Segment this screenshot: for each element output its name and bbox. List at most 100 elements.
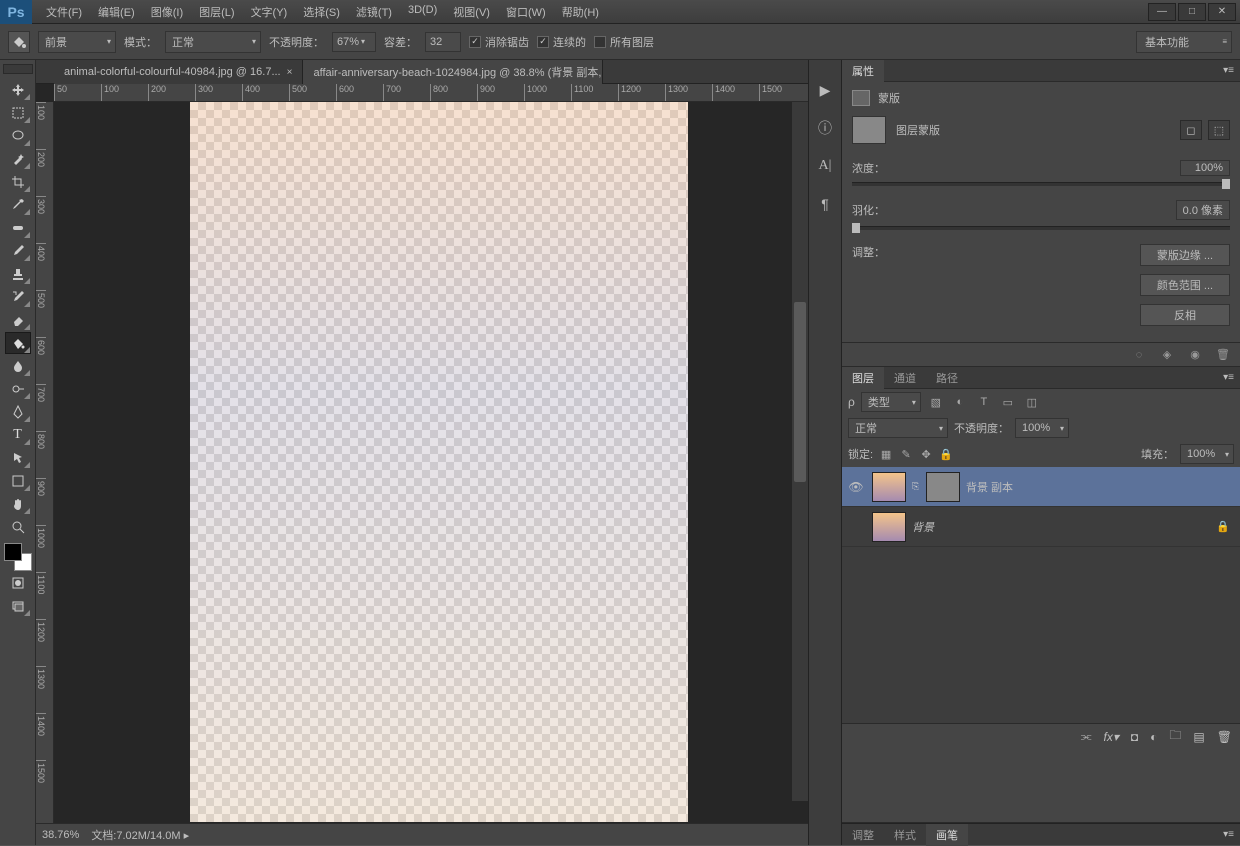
play-icon[interactable]: ▶ — [815, 80, 835, 100]
menu-filter[interactable]: 滤镜(T) — [350, 2, 398, 22]
lock-icon[interactable]: 🔒 — [1216, 520, 1230, 533]
search-icon[interactable]: ρ — [848, 395, 855, 409]
path-select-tool[interactable] — [5, 447, 31, 469]
fill-input[interactable]: 100% — [1180, 444, 1234, 464]
menu-layer[interactable]: 图层(L) — [193, 2, 240, 22]
new-adjustment-icon[interactable]: ◐ — [1150, 730, 1157, 744]
bucket-icon[interactable] — [8, 31, 30, 53]
new-group-icon[interactable]: 🗀 — [1169, 726, 1181, 747]
minimize-button[interactable]: — — [1148, 3, 1176, 21]
blur-tool[interactable] — [5, 355, 31, 377]
lock-transparent-icon[interactable]: ▦ — [879, 448, 893, 461]
lock-paint-icon[interactable]: ✎ — [899, 448, 913, 461]
layer-name[interactable]: 背景 — [912, 519, 934, 535]
color-range-button[interactable]: 颜色范围 ... — [1140, 274, 1230, 296]
menu-file[interactable]: 文件(F) — [40, 2, 88, 22]
trash-icon[interactable]: 🗑 — [1217, 730, 1232, 744]
type-tool[interactable]: T — [5, 424, 31, 446]
new-layer-icon[interactable]: ▤ — [1193, 730, 1204, 744]
bucket-tool[interactable] — [5, 332, 31, 354]
brush-tool[interactable] — [5, 240, 31, 262]
document-tab-1[interactable]: animal-colorful-colourful-40984.jpg @ 16… — [54, 60, 303, 84]
tab-channels[interactable]: 通道 — [884, 367, 926, 389]
menu-edit[interactable]: 编辑(E) — [92, 2, 141, 22]
layer-row[interactable]: 背景 🔒 — [842, 507, 1240, 547]
quickmask-toggle[interactable] — [5, 572, 31, 594]
mask-link-icon[interactable]: ⎘ — [912, 481, 920, 492]
shape-tool[interactable] — [5, 470, 31, 492]
disable-mask-icon[interactable]: ◉ — [1186, 348, 1204, 361]
feather-slider[interactable] — [852, 226, 1230, 230]
history-brush-tool[interactable] — [5, 286, 31, 308]
scrollbar-vertical[interactable] — [792, 102, 808, 801]
visibility-toggle[interactable]: 👁 — [846, 480, 866, 494]
fx-icon[interactable]: fx▾ — [1104, 730, 1119, 744]
eraser-tool[interactable] — [5, 309, 31, 331]
ruler-vertical[interactable]: 1002003004005006007008009001000110012001… — [36, 102, 54, 823]
crop-tool[interactable] — [5, 171, 31, 193]
document-tab-2[interactable]: affair-anniversary-beach-1024984.jpg @ 3… — [303, 60, 603, 84]
eyedropper-tool[interactable] — [5, 194, 31, 216]
opacity-input[interactable]: 67%▾ — [332, 32, 376, 52]
lock-move-icon[interactable]: ✥ — [919, 448, 933, 461]
load-selection-icon[interactable]: ◌ — [1130, 349, 1148, 361]
lasso-tool[interactable] — [5, 125, 31, 147]
toolbox-grip[interactable] — [3, 64, 33, 74]
contiguous-checkbox[interactable]: ✓连续的 — [537, 34, 586, 50]
invert-button[interactable]: 反相 — [1140, 304, 1230, 326]
filter-smart-icon[interactable]: ◫ — [1023, 394, 1041, 410]
wand-tool[interactable] — [5, 148, 31, 170]
layer-thumbnail[interactable] — [872, 512, 906, 542]
filter-kind-dropdown[interactable]: 类型 — [861, 392, 921, 412]
fill-source-dropdown[interactable]: 前景 — [38, 31, 116, 53]
tab-styles[interactable]: 样式 — [884, 824, 926, 846]
panel-menu-icon[interactable]: ▾≡ — [1217, 65, 1240, 76]
tab-brush[interactable]: 画笔 — [926, 824, 968, 846]
filter-shape-icon[interactable]: ▭ — [999, 394, 1017, 410]
link-layers-icon[interactable]: ⫘ — [1081, 729, 1092, 744]
all-layers-checkbox[interactable]: 所有图层 — [594, 34, 654, 50]
mask-thumbnail[interactable] — [852, 116, 886, 144]
foreground-color[interactable] — [4, 543, 22, 561]
filter-adjust-icon[interactable]: ◐ — [951, 394, 969, 410]
layer-opacity-input[interactable]: 100% — [1015, 418, 1069, 438]
layer-row[interactable]: 👁 ⎘ 背景 副本 — [842, 467, 1240, 507]
screenmode-toggle[interactable] — [5, 595, 31, 617]
panel-menu-icon[interactable]: ▾≡ — [1217, 372, 1240, 383]
filter-pixel-icon[interactable]: ▧ — [927, 394, 945, 410]
antialias-checkbox[interactable]: ✓消除锯齿 — [469, 34, 529, 50]
marquee-tool[interactable] — [5, 102, 31, 124]
canvas[interactable] — [190, 102, 688, 822]
workspace-switcher[interactable]: 基本功能 — [1136, 31, 1232, 53]
character-icon[interactable]: A| — [815, 156, 835, 176]
density-slider[interactable] — [852, 182, 1230, 186]
menu-type[interactable]: 文字(Y) — [245, 2, 294, 22]
pen-tool[interactable] — [5, 401, 31, 423]
paragraph-icon[interactable]: ¶ — [815, 194, 835, 214]
mask-thumbnail[interactable] — [926, 472, 960, 502]
mask-edge-button[interactable]: 蒙版边缘 ... — [1140, 244, 1230, 266]
feather-value[interactable]: 0.0 像素 — [1176, 200, 1230, 220]
tolerance-input[interactable]: 32 — [425, 32, 461, 52]
maximize-button[interactable]: □ — [1178, 3, 1206, 21]
panel-menu-icon[interactable]: ▾≡ — [1217, 829, 1240, 840]
doc-size[interactable]: 文档:7.02M/14.0M ▸ — [91, 827, 189, 843]
tab-adjust[interactable]: 调整 — [842, 824, 884, 846]
menu-3d[interactable]: 3D(D) — [402, 2, 443, 22]
vector-mask-button[interactable]: ⬚ — [1208, 120, 1230, 140]
zoom-tool[interactable] — [5, 516, 31, 538]
menu-select[interactable]: 选择(S) — [297, 2, 346, 22]
stamp-tool[interactable] — [5, 263, 31, 285]
apply-mask-icon[interactable]: ◈ — [1158, 348, 1176, 361]
pixel-mask-button[interactable]: ◻ — [1180, 120, 1202, 140]
menu-image[interactable]: 图像(I) — [145, 2, 189, 22]
menu-view[interactable]: 视图(V) — [447, 2, 496, 22]
tab-paths[interactable]: 路径 — [926, 367, 968, 389]
move-tool[interactable] — [5, 79, 31, 101]
menu-help[interactable]: 帮助(H) — [556, 2, 605, 22]
tab-layers[interactable]: 图层 — [842, 367, 884, 389]
lock-all-icon[interactable]: 🔒 — [939, 448, 953, 461]
close-icon[interactable]: × — [287, 67, 293, 78]
menu-window[interactable]: 窗口(W) — [500, 2, 552, 22]
tab-properties[interactable]: 属性 — [842, 60, 884, 82]
